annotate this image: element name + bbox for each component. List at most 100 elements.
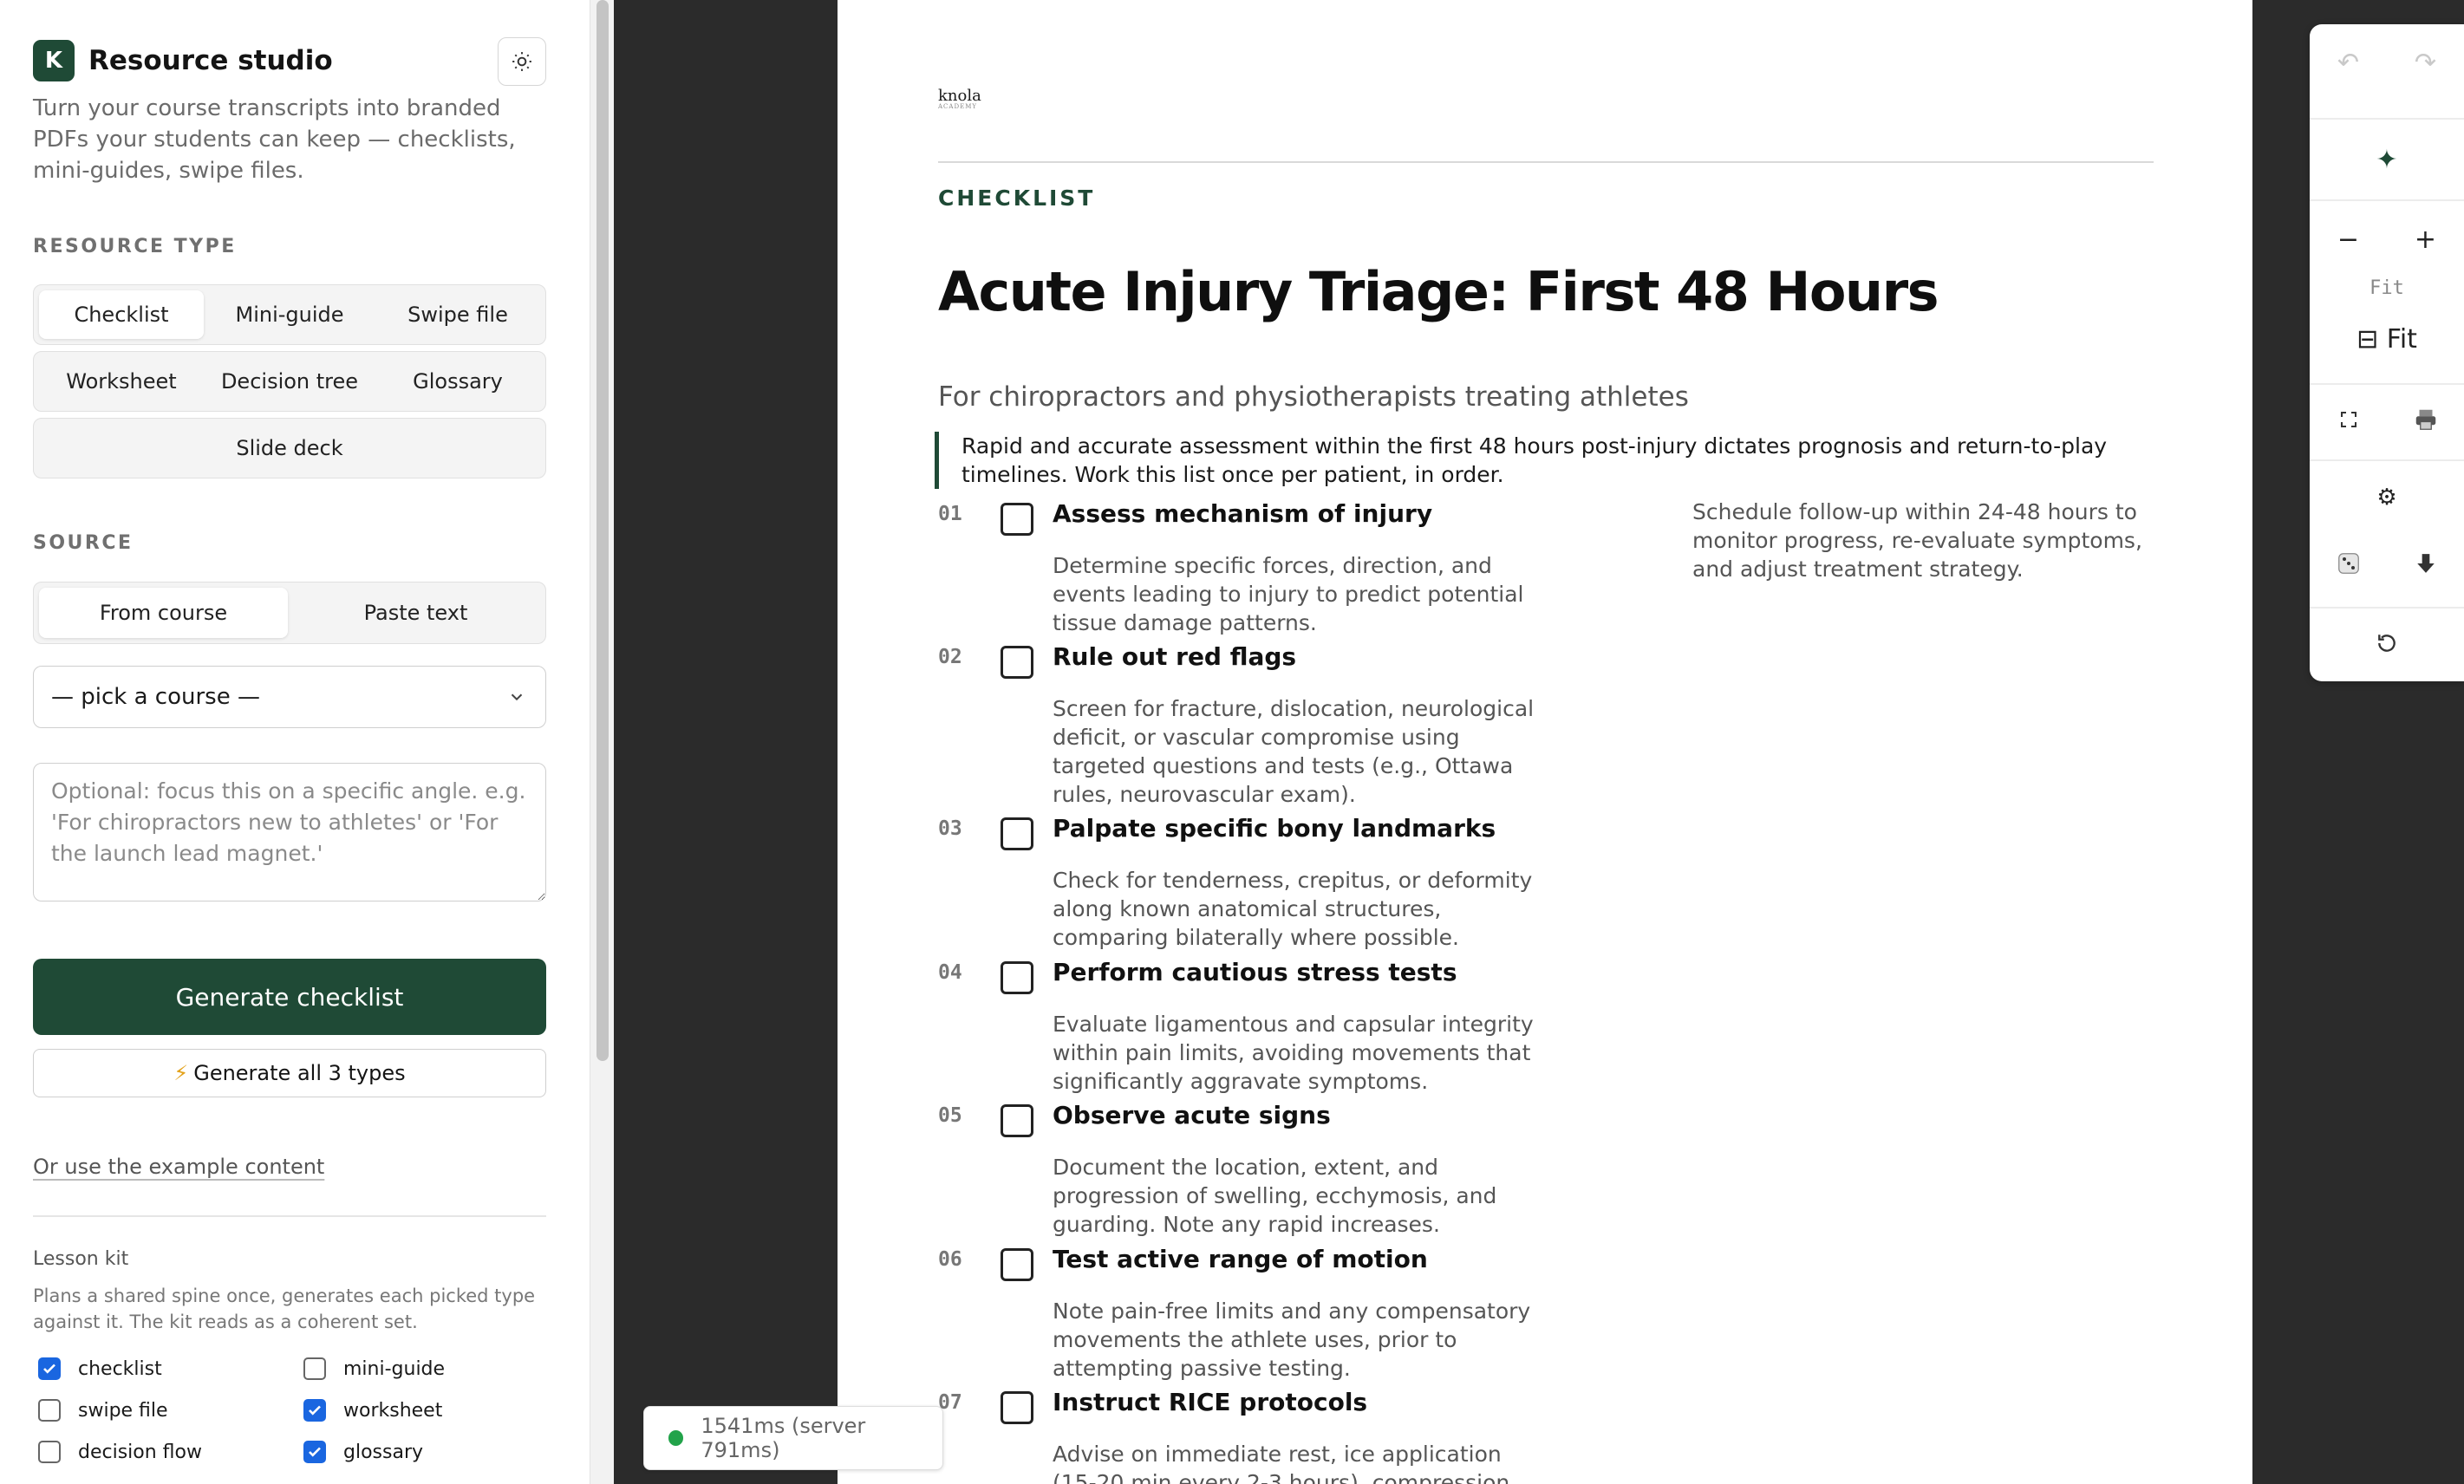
kit-item-label: checklist <box>78 1357 162 1380</box>
chevron-down-icon <box>511 693 523 701</box>
course-select[interactable]: — pick a course — <box>33 666 546 728</box>
item-number: 05 <box>938 1104 962 1127</box>
item-checkbox[interactable] <box>1001 646 1033 679</box>
item-title: Observe acute signs <box>1053 1101 1331 1129</box>
item-description: Check for tenderness, crepitus, or defor… <box>1053 868 1533 950</box>
divider <box>33 1215 546 1217</box>
scrollbar-thumb[interactable] <box>596 0 609 1061</box>
document-title: Acute Injury Triage: First 48 Hours <box>938 260 1939 323</box>
source-label: SOURCE <box>33 532 134 554</box>
gear-icon[interactable]: ⚙ <box>2361 473 2413 522</box>
fit-button[interactable]: ⊟ Fit <box>2310 324 2464 355</box>
item-description: Advise on immediate rest, ice applicatio… <box>1053 1442 1510 1484</box>
status-text: 1541ms (server 791ms) <box>701 1414 866 1462</box>
kit-item-label: mini-guide <box>343 1357 446 1380</box>
item-description: Note pain-free limits and any compensato… <box>1053 1298 1531 1381</box>
item-checkbox[interactable] <box>1001 1248 1033 1281</box>
redo-icon[interactable]: ↷ <box>2400 38 2452 87</box>
zoom-in-icon[interactable]: + <box>2400 215 2452 264</box>
item-title: Palpate specific bony landmarks <box>1053 814 1496 843</box>
download-icon[interactable] <box>2400 539 2452 588</box>
checkbox-unchecked[interactable] <box>303 1357 326 1380</box>
document-preview: knola ACADEMY CHECKLIST Acute Injury Tri… <box>838 0 2252 1484</box>
document-intro: Rapid and accurate assessment within the… <box>935 432 2131 489</box>
app-title: Resource studio <box>88 45 333 76</box>
resource-type-row-1: Checklist Mini-guide Swipe file <box>33 284 546 345</box>
source-paste-text[interactable]: Paste text <box>291 588 540 638</box>
item-number: 03 <box>938 817 962 840</box>
kit-item-worksheet[interactable]: worksheet <box>303 1399 442 1422</box>
kit-item-label: glossary <box>343 1441 424 1463</box>
kit-item-glossary[interactable]: glossary <box>303 1441 423 1463</box>
item-number: 04 <box>938 961 962 984</box>
item-checkbox[interactable] <box>1001 503 1033 536</box>
item-title: Test active range of motion <box>1053 1245 1428 1273</box>
print-icon[interactable] <box>2400 395 2452 444</box>
item-description: Screen for fracture, dislocation, neurol… <box>1053 696 1535 807</box>
generate-all-button[interactable]: ⚡ Generate all 3 types <box>33 1049 546 1097</box>
type-decision-tree[interactable]: Decision tree <box>207 357 372 406</box>
item-checkbox[interactable] <box>1001 817 1033 850</box>
kit-item-label: decision flow <box>78 1441 202 1463</box>
bolt-icon: ⚡ <box>173 1061 189 1085</box>
item-checkbox[interactable] <box>1001 961 1033 994</box>
logo-icon: K <box>33 40 75 81</box>
generate-button[interactable]: Generate checklist <box>33 959 546 1035</box>
fullscreen-icon[interactable] <box>2323 395 2375 444</box>
checkbox-checked[interactable] <box>303 1399 326 1422</box>
zoom-level: Fit <box>2369 277 2404 299</box>
sun-icon <box>512 52 531 71</box>
document-logo-sub: ACADEMY <box>938 103 977 110</box>
item-title: Perform cautious stress tests <box>1053 958 1457 986</box>
document-rule <box>938 161 2154 163</box>
resource-type-row-3: Slide deck <box>33 418 546 478</box>
document-logo: knola ACADEMY <box>938 87 981 110</box>
document-kicker: CHECKLIST <box>938 186 1096 211</box>
type-mini-guide[interactable]: Mini-guide <box>207 290 372 339</box>
document-logo-text: knola <box>938 87 981 105</box>
item-title: Assess mechanism of injury <box>1053 499 1433 528</box>
focus-input[interactable] <box>33 763 546 901</box>
status-badge: 1541ms (server 791ms) <box>643 1406 943 1470</box>
generate-all-label: Generate all 3 types <box>193 1061 406 1085</box>
item-description: Determine specific forces, direction, an… <box>1053 553 1524 635</box>
item-checkbox[interactable] <box>1001 1104 1033 1137</box>
item-number: 06 <box>938 1248 962 1271</box>
item-title: Rule out red flags <box>1053 642 1297 671</box>
sparkle-icon[interactable]: ✦ <box>2361 135 2413 184</box>
checkbox-checked[interactable] <box>303 1441 326 1463</box>
reset-icon[interactable] <box>2361 619 2413 667</box>
type-worksheet[interactable]: Worksheet <box>39 357 204 406</box>
checkbox-unchecked[interactable] <box>38 1441 61 1463</box>
sidebar-scrollbar[interactable] <box>590 0 614 1484</box>
theme-toggle-button[interactable] <box>498 37 546 86</box>
type-swipe-file[interactable]: Swipe file <box>375 290 540 339</box>
type-checklist[interactable]: Checklist <box>39 290 204 339</box>
status-dot-icon <box>668 1430 684 1446</box>
type-slide-deck[interactable]: Slide deck <box>39 424 540 472</box>
side-note: Schedule follow-up within 24-48 hours to… <box>1692 499 2142 582</box>
item-description: Evaluate ligamentous and capsular integr… <box>1053 1012 1534 1094</box>
resource-type-label: RESOURCE TYPE <box>33 236 237 257</box>
lesson-kit-description: Plans a shared spine once, generates eac… <box>33 1285 536 1332</box>
brand: K Resource studio <box>33 40 333 81</box>
zoom-out-icon[interactable]: − <box>2323 215 2375 264</box>
kit-item-decision-flow[interactable]: decision flow <box>38 1441 202 1463</box>
undo-icon[interactable]: ↶ <box>2323 38 2375 87</box>
resource-type-row-2: Worksheet Decision tree Glossary <box>33 351 546 412</box>
example-content-link[interactable]: Or use the example content <box>33 1155 324 1179</box>
source-from-course[interactable]: From course <box>39 588 288 638</box>
kit-item-checklist[interactable]: checklist <box>38 1357 162 1380</box>
checkbox-unchecked[interactable] <box>38 1399 61 1422</box>
item-checkbox[interactable] <box>1001 1391 1033 1424</box>
checkbox-checked[interactable] <box>38 1357 61 1380</box>
item-description: Document the location, extent, and progr… <box>1053 1155 1497 1237</box>
preview-toolbar: ↶ ↷ ✦ − + Fit ⊟ Fit ⚙ <box>2310 24 2464 681</box>
source-toggle: From course Paste text <box>33 582 546 644</box>
kit-item-swipe-file[interactable]: swipe file <box>38 1399 168 1422</box>
type-glossary[interactable]: Glossary <box>375 357 540 406</box>
lesson-kit-title: Lesson kit <box>33 1248 129 1270</box>
dice-icon[interactable] <box>2323 539 2375 588</box>
course-select-value: — pick a course — <box>51 684 260 710</box>
kit-item-mini-guide[interactable]: mini-guide <box>303 1357 445 1380</box>
